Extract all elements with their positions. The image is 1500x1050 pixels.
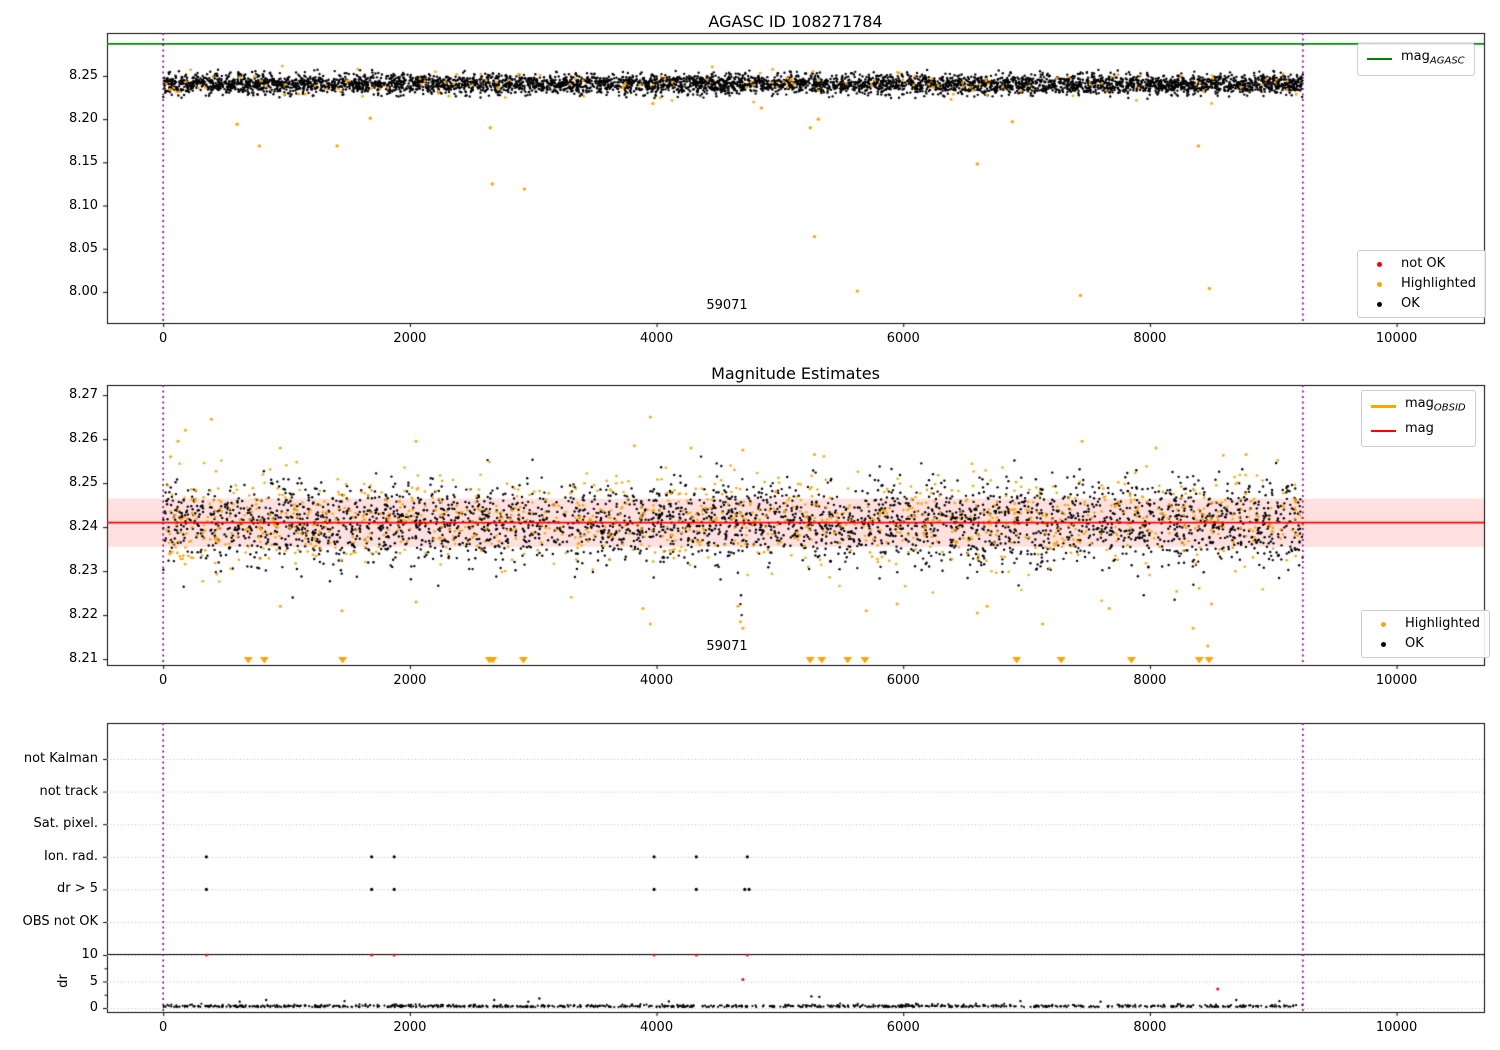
x-tick-label: 2000 [393,1020,427,1035]
legend-entry-not-ok: not OK [1367,256,1476,272]
x-tick-label: 0 [159,1020,168,1035]
x-tick-label: 2000 [393,331,427,346]
y-tick-label: 8.26 [69,431,98,447]
y-tick-label: 8.05 [69,240,98,256]
legend-mag-agasc: magAGASC [1357,43,1475,76]
legend-entry-highlighted: Highlighted [1367,276,1476,292]
dr-tick-label: 5 [89,973,98,989]
orange-dot-icon [1377,281,1382,287]
figure-root: AGASC ID 108271784 Magnitude Estimates 5… [0,0,1500,1050]
flag-label: Ion. rad. [44,848,98,864]
legend-label: OK [1401,296,1420,311]
legend-entry-ok: OK [1367,296,1476,312]
orange-dot-icon [1381,621,1386,627]
x-tick-label: 6000 [886,331,920,346]
top-plot-title: AGASC ID 108271784 [708,12,883,31]
dr-tick-label: 0 [89,1000,98,1015]
black-dot-icon [1381,641,1386,647]
x-tick-label: 6000 [886,1020,920,1035]
obsid-annotation-top: 59071 [706,298,748,313]
x-tick-label: 6000 [886,673,920,688]
legend-label: Highlighted [1401,276,1476,291]
flag-label: dr > 5 [56,881,98,897]
legend-status-middle: Highlighted OK [1361,610,1490,658]
x-tick-label: 2000 [393,673,427,688]
x-tick-label: 8000 [1133,673,1167,688]
red-dot-icon [1377,261,1382,267]
legend-entry-highlighted: Highlighted [1371,616,1480,632]
flag-label: OBS not OK [22,914,99,929]
legend-label: Highlighted [1405,616,1480,631]
red-line-sample [1371,429,1396,432]
x-tick-label: 8000 [1133,331,1167,346]
x-tick-label: 10000 [1375,1020,1418,1035]
flag-label: Sat. pixel. [33,816,98,832]
y-tick-label: 8.22 [69,607,98,623]
orange-line-sample [1371,404,1396,408]
legend-entry-mag: mag [1371,421,1466,442]
plot-canvas [0,0,1500,1050]
y-tick-label: 8.24 [69,519,98,535]
x-tick-label: 10000 [1375,673,1418,688]
legend-entry-mag-agasc: magAGASC [1367,49,1465,70]
y-tick-label: 8.23 [69,563,98,579]
y-tick-label: 8.10 [69,197,98,213]
y-tick-label: 8.00 [69,283,98,299]
legend-label: mag [1405,420,1434,436]
x-tick-label: 10000 [1375,331,1418,346]
obsid-annotation-middle: 59071 [706,639,748,654]
middle-plot-title: Magnitude Estimates [711,364,880,383]
x-tick-label: 4000 [640,673,674,688]
legend-status-top: not OK Highlighted OK [1357,250,1486,318]
dr-tick-label: 10 [81,947,98,962]
legend-entry-mag-obsid: magOBSID [1371,396,1466,417]
legend-label: OK [1405,636,1424,651]
x-tick-label: 8000 [1133,1020,1167,1035]
legend-entry-ok: OK [1371,636,1480,652]
legend-label: magAGASC [1401,49,1465,67]
flag-label: not Kalman [23,751,98,766]
flag-label: not track [39,783,98,799]
green-line-sample [1367,58,1392,61]
legend-label: not OK [1401,256,1446,271]
x-tick-label: 4000 [640,331,674,346]
legend-label: magOBSID [1405,396,1466,414]
y-tick-label: 8.15 [69,154,98,170]
x-tick-label: 4000 [640,1020,674,1035]
y-tick-label: 8.21 [69,651,98,667]
legend-mag-lines: magOBSID mag [1361,390,1476,448]
black-dot-icon [1377,301,1382,307]
y-tick-label: 8.25 [69,67,98,83]
y-tick-label: 8.20 [69,111,98,127]
y-tick-label: 8.27 [69,387,98,403]
y-tick-label: 8.25 [69,475,98,491]
x-tick-label: 0 [159,673,168,688]
x-tick-label: 0 [159,331,168,346]
